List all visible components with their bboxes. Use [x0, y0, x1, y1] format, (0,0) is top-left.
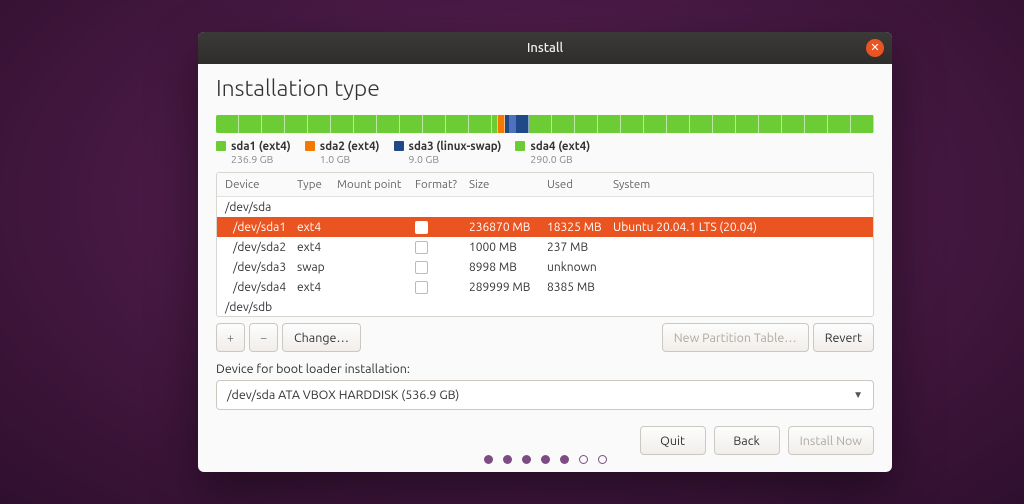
format-checkbox[interactable]	[415, 221, 428, 234]
remove-partition-button[interactable]: −	[249, 323, 278, 352]
legend-item: sda2 (ext4)1.0 GB	[305, 140, 380, 166]
col-system[interactable]: System	[613, 178, 865, 191]
table-header: Device Type Mount point Format? Size Use…	[217, 173, 873, 197]
window-title: Install	[527, 41, 563, 55]
partition-toolbar: + − Change… New Partition Table… Revert	[216, 323, 874, 352]
format-checkbox[interactable]	[415, 241, 428, 254]
usage-seg-sda1	[216, 115, 498, 133]
add-partition-button[interactable]: +	[216, 323, 245, 352]
installer-window: Install ✕ Installation type sda1 (ext4)2…	[198, 32, 892, 472]
usage-seg-sda4	[529, 115, 874, 133]
step-dot	[579, 455, 588, 464]
col-mount[interactable]: Mount point	[337, 178, 415, 191]
step-dot	[522, 455, 531, 464]
col-type[interactable]: Type	[297, 178, 337, 191]
table-row[interactable]: /dev/sda	[217, 197, 873, 217]
legend-item: sda1 (ext4)236.9 GB	[216, 140, 291, 166]
step-dot	[484, 455, 493, 464]
format-checkbox[interactable]	[415, 261, 428, 274]
format-checkbox[interactable]	[415, 281, 428, 294]
change-button[interactable]: Change…	[282, 323, 361, 352]
step-pager	[198, 455, 892, 464]
col-format[interactable]: Format?	[415, 178, 469, 191]
step-dot	[560, 455, 569, 464]
new-partition-table-button[interactable]: New Partition Table…	[662, 323, 809, 352]
bootloader-value: /dev/sda ATA VBOX HARDDISK (536.9 GB)	[227, 388, 459, 402]
table-row[interactable]: /dev/sda3swap8998 MBunknown	[217, 257, 873, 277]
titlebar[interactable]: Install ✕	[198, 32, 892, 64]
col-used[interactable]: Used	[547, 178, 613, 191]
bootloader-label: Device for boot loader installation:	[216, 362, 874, 376]
close-icon[interactable]: ✕	[866, 39, 884, 57]
square-icon	[305, 141, 315, 151]
partition-table: Device Type Mount point Format? Size Use…	[216, 172, 874, 317]
usage-seg-sda2	[498, 115, 505, 133]
col-size[interactable]: Size	[469, 178, 547, 191]
square-icon	[216, 141, 226, 151]
step-dot	[541, 455, 550, 464]
usage-seg-sda3	[505, 115, 530, 133]
col-device[interactable]: Device	[225, 178, 297, 191]
table-row[interactable]: /dev/sda4ext4289999 MB8385 MB	[217, 277, 873, 297]
revert-button[interactable]: Revert	[813, 323, 874, 352]
disk-usage-bar	[216, 115, 874, 133]
back-button[interactable]: Back	[714, 426, 780, 455]
legend-item: sda4 (ext4)290.0 GB	[515, 140, 590, 166]
content: Installation type sda1 (ext4)236.9 GB sd…	[198, 64, 892, 472]
legend-item: sda3 (linux-swap)9.0 GB	[394, 140, 502, 166]
footer-nav: Quit Back Install Now	[216, 426, 874, 455]
square-icon	[394, 141, 404, 151]
table-body: /dev/sda/dev/sda1ext4236870 MB18325 MBUb…	[217, 197, 873, 316]
bootloader-dropdown[interactable]: /dev/sda ATA VBOX HARDDISK (536.9 GB) ▼	[216, 380, 874, 410]
table-row[interactable]: /dev/sda1ext4236870 MB18325 MBUbuntu 20.…	[217, 217, 873, 237]
square-icon	[515, 141, 525, 151]
quit-button[interactable]: Quit	[640, 426, 706, 455]
install-now-button[interactable]: Install Now	[788, 426, 874, 455]
page-title: Installation type	[216, 76, 874, 101]
step-dot	[503, 455, 512, 464]
table-row[interactable]: /dev/sdb	[217, 297, 873, 316]
chevron-down-icon: ▼	[853, 389, 863, 401]
step-dot	[598, 455, 607, 464]
legend: sda1 (ext4)236.9 GB sda2 (ext4)1.0 GB sd…	[216, 140, 874, 166]
table-row[interactable]: /dev/sda2ext41000 MB237 MB	[217, 237, 873, 257]
